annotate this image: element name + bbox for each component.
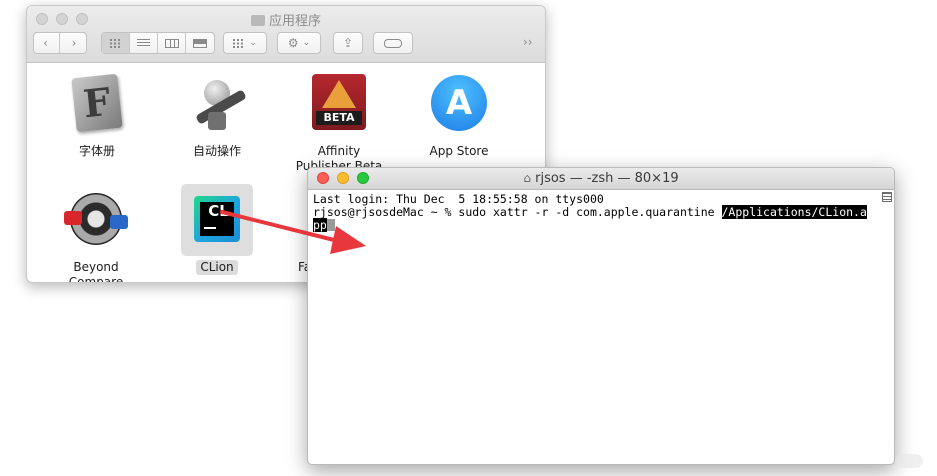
arrow-shaft bbox=[220, 210, 344, 244]
watermark bbox=[895, 454, 923, 468]
annotation-arrow bbox=[220, 210, 366, 254]
arrow-head bbox=[330, 226, 366, 254]
